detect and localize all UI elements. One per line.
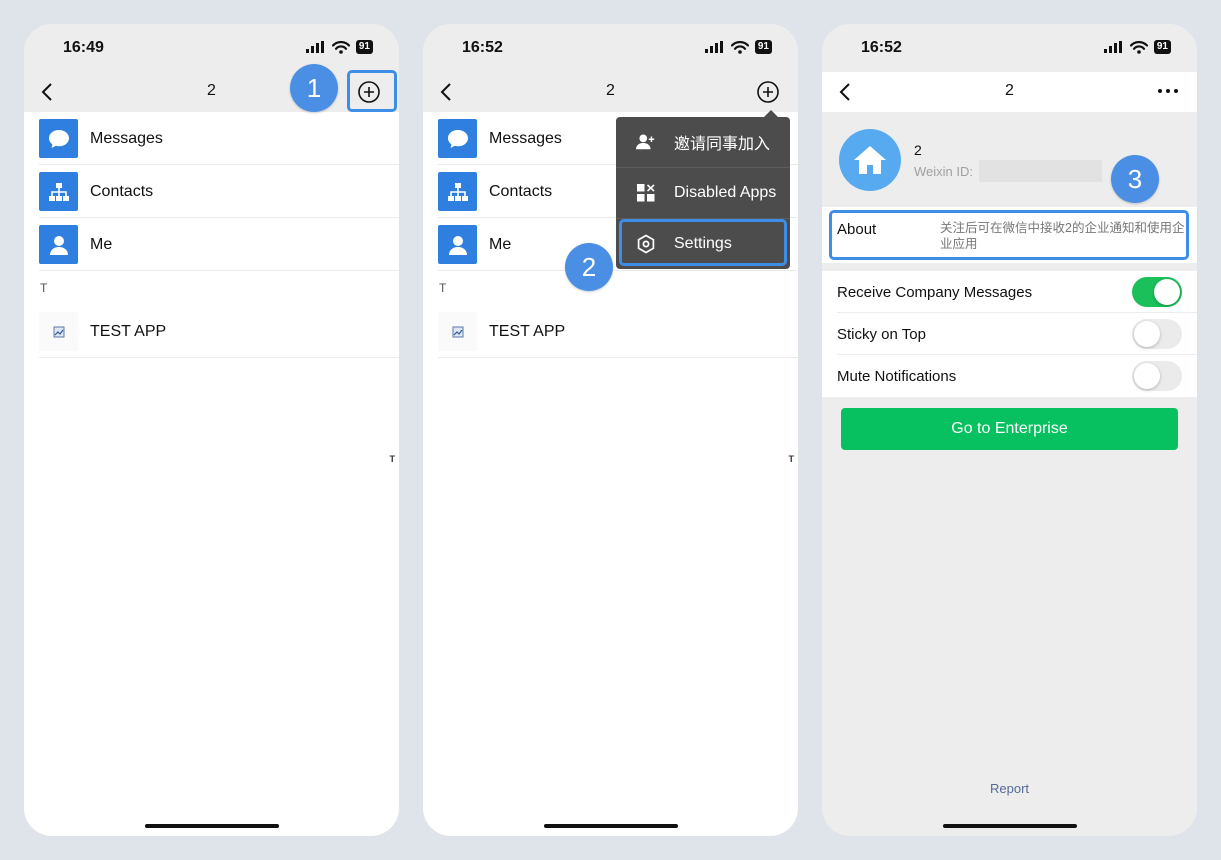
home-indicator [943, 824, 1077, 828]
enterprise-avatar [839, 129, 901, 191]
list-item-label: Me [90, 235, 113, 253]
app-list: Messages Contacts Me T TEST APP [24, 112, 399, 358]
list-item-label: Me [489, 235, 512, 253]
battery-indicator: 91 [1153, 40, 1171, 54]
receive-messages-switch[interactable] [1132, 277, 1182, 307]
chat-bubble-icon [447, 129, 468, 148]
section-header: T [40, 281, 48, 295]
wifi-icon [730, 40, 749, 54]
list-item-label: TEST APP [489, 322, 566, 340]
go-to-enterprise-button[interactable]: Go to Enterprise [841, 408, 1178, 450]
chat-bubble-icon [48, 129, 69, 148]
wifi-icon [331, 40, 350, 54]
step-badge-2: 2 [565, 243, 613, 291]
person-icon [49, 235, 68, 255]
highlight-about-row [829, 210, 1189, 260]
broken-image-icon [53, 326, 64, 337]
nav-title: 2 [1005, 82, 1014, 99]
broken-image-icon [452, 326, 463, 337]
list-item-label: Messages [90, 129, 163, 147]
battery-indicator: 91 [754, 40, 772, 54]
toggle-row-mute-notifications: Mute Notifications [822, 355, 1197, 397]
status-bar: 16:49 91 [24, 24, 399, 72]
signal-icon [305, 41, 324, 53]
list-item-contacts[interactable]: Contacts [24, 165, 399, 218]
more-options-icon[interactable] [1157, 80, 1179, 102]
menu-item-label: 邀请同事加入 [674, 136, 771, 153]
list-item-test-app[interactable]: TEST APP [423, 305, 798, 358]
signal-icon [1103, 41, 1122, 53]
phone-screen-1: 16:49 91 2 Messages Contacts Me T TEST A… [24, 24, 399, 836]
add-circle-icon[interactable] [755, 79, 781, 105]
toggle-row-receive-messages: Receive Company Messages [822, 271, 1197, 313]
signal-icon [704, 41, 723, 53]
list-item-test-app[interactable]: TEST APP [24, 305, 399, 358]
list-item-label: TEST APP [90, 322, 167, 340]
menu-item-disabled-apps[interactable]: Disabled Apps [616, 168, 790, 218]
list-item-label: Contacts [90, 182, 154, 200]
list-item-label: Messages [489, 129, 562, 147]
highlight-settings-item [619, 219, 787, 266]
house-icon [854, 146, 886, 174]
nav-bar: 2 [423, 72, 798, 112]
status-bar: 16:52 91 [423, 24, 798, 72]
status-time: 16:52 [462, 39, 503, 56]
weixin-id-label: Weixin ID: [914, 164, 973, 179]
profile-name: 2 [914, 142, 922, 158]
nav-title: 2 [207, 82, 216, 99]
highlight-add-button [347, 70, 397, 112]
toggle-label: Receive Company Messages [837, 283, 1033, 301]
toggle-row-sticky-on-top: Sticky on Top [822, 313, 1197, 355]
wifi-icon [1129, 40, 1148, 54]
org-chart-icon [447, 182, 468, 201]
alphabet-index[interactable]: T [789, 454, 795, 464]
toggle-label: Sticky on Top [837, 325, 926, 343]
nav-title: 2 [606, 82, 615, 99]
list-item-me[interactable]: Me [24, 218, 399, 271]
list-item-label: Contacts [489, 182, 553, 200]
step-badge-3: 3 [1111, 155, 1159, 203]
step-badge-1: 1 [290, 64, 338, 112]
home-indicator [145, 824, 279, 828]
menu-item-invite-colleagues[interactable]: 邀请同事加入 [616, 117, 790, 167]
alphabet-index[interactable]: T [390, 454, 396, 464]
status-time: 16:52 [861, 39, 902, 56]
nav-bar: 2 [822, 72, 1197, 112]
person-icon [448, 235, 467, 255]
status-bar: 16:52 91 [822, 24, 1197, 72]
phone-screen-3: 16:52 91 2 2 Weixin ID: About 关注后可在微信中接收… [822, 24, 1197, 836]
settings-toggles: Receive Company Messages Sticky on Top M… [822, 271, 1197, 397]
battery-indicator: 91 [355, 40, 373, 54]
add-user-icon [636, 134, 655, 150]
menu-item-label: Disabled Apps [674, 184, 777, 201]
apps-icon [637, 184, 655, 202]
weixin-id-redacted [979, 160, 1102, 182]
sticky-on-top-switch[interactable] [1132, 319, 1182, 349]
org-chart-icon [48, 182, 69, 201]
status-time: 16:49 [63, 39, 104, 56]
report-link[interactable]: Report [822, 781, 1197, 796]
toggle-label: Mute Notifications [837, 367, 957, 385]
nav-bar: 2 [24, 72, 399, 112]
list-item-messages[interactable]: Messages [24, 112, 399, 165]
mute-notifications-switch[interactable] [1132, 361, 1182, 391]
home-indicator [544, 824, 678, 828]
